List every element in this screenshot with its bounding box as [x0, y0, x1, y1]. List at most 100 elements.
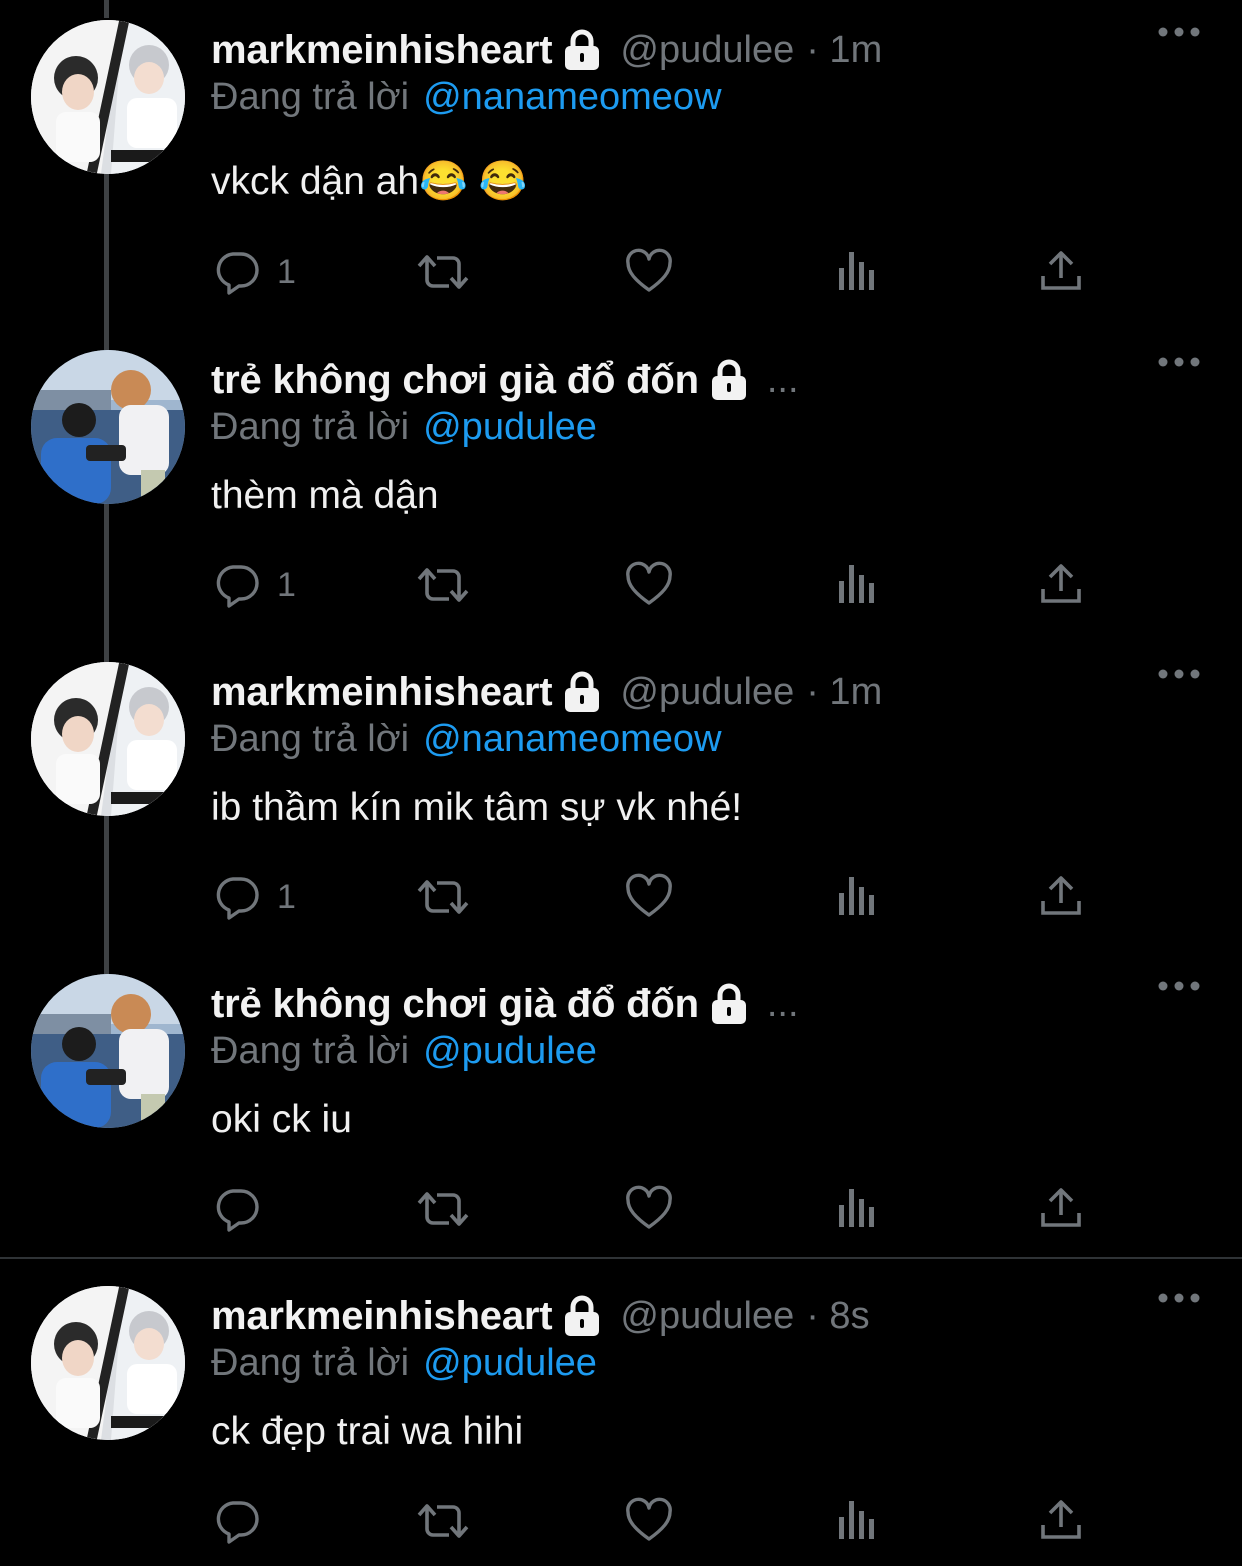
lock-icon	[562, 671, 602, 713]
like-button[interactable]	[625, 242, 673, 302]
reply-context: Đang trả lời @pudulee	[211, 1338, 597, 1388]
timestamp: · 1m	[806, 28, 883, 71]
reply-icon	[213, 873, 261, 921]
tweet[interactable]: markmeinhisheart @pudulee · 8s Đang trả …	[0, 1266, 1242, 1566]
like-button[interactable]	[625, 867, 673, 927]
tweet[interactable]: trẻ không chơi già đổ đốn ... Đang trả l…	[0, 330, 1242, 642]
more-options-icon[interactable]	[1157, 354, 1201, 370]
share-icon	[1037, 561, 1085, 609]
views-icon	[833, 873, 881, 921]
retweet-icon	[415, 248, 471, 296]
reply-to-link[interactable]: @nanameomeow	[423, 718, 721, 761]
reply-icon	[213, 1185, 261, 1233]
retweet-button[interactable]	[415, 867, 471, 927]
reply-to-link[interactable]: @nanameomeow	[423, 76, 721, 119]
reply-prefix: Đang trả lời	[211, 405, 410, 448]
action-bar	[211, 1179, 1111, 1239]
views-button[interactable]	[833, 242, 881, 302]
like-icon	[625, 248, 673, 296]
tweet[interactable]: markmeinhisheart @pudulee · 1m Đang trả …	[0, 642, 1242, 954]
views-button[interactable]	[833, 867, 881, 927]
views-icon	[833, 1185, 881, 1233]
reply-count: 1	[277, 252, 296, 291]
reply-button[interactable]	[213, 1491, 277, 1551]
action-bar: 1	[211, 867, 1111, 927]
avatar[interactable]	[31, 350, 185, 504]
truncation-ellipsis: ...	[766, 358, 799, 401]
tweet-text: ck đẹp trai wa hihi	[211, 1410, 524, 1453]
tweet-header: trẻ không chơi già đổ đốn ...	[211, 352, 799, 408]
like-icon	[625, 1185, 673, 1233]
tweet-text: vkck dận ah😂 😂	[211, 160, 528, 203]
tweet-text: oki ck iu	[211, 1098, 352, 1141]
retweet-icon	[415, 1497, 471, 1545]
reply-button[interactable]: 1	[213, 867, 296, 927]
share-icon	[1037, 1185, 1085, 1233]
lock-icon	[562, 1295, 602, 1337]
like-button[interactable]	[625, 1491, 673, 1551]
views-button[interactable]	[833, 1491, 881, 1551]
retweet-button[interactable]	[415, 242, 471, 302]
tweet-header: markmeinhisheart @pudulee · 8s	[211, 1288, 870, 1344]
tweet-header: markmeinhisheart @pudulee · 1m	[211, 664, 882, 720]
retweet-icon	[415, 873, 471, 921]
reply-button[interactable]: 1	[213, 555, 296, 615]
reply-count: 1	[277, 565, 296, 604]
like-icon	[625, 561, 673, 609]
avatar[interactable]	[31, 20, 185, 174]
more-options-icon[interactable]	[1157, 666, 1201, 682]
tweet-header: trẻ không chơi già đổ đốn ...	[211, 976, 799, 1032]
share-button[interactable]	[1037, 867, 1085, 927]
display-name[interactable]: markmeinhisheart	[211, 28, 553, 73]
reply-context: Đang trả lời @pudulee	[211, 1026, 597, 1076]
retweet-button[interactable]	[415, 1179, 471, 1239]
reply-context: Đang trả lời @nanameomeow	[211, 714, 722, 764]
views-button[interactable]	[833, 1179, 881, 1239]
reply-prefix: Đang trả lời	[211, 1029, 410, 1072]
reply-button[interactable]	[213, 1179, 277, 1239]
display-name[interactable]: markmeinhisheart	[211, 1294, 553, 1339]
share-button[interactable]	[1037, 1179, 1085, 1239]
retweet-button[interactable]	[415, 1491, 471, 1551]
reply-prefix: Đang trả lời	[211, 717, 410, 760]
like-icon	[625, 873, 673, 921]
like-button[interactable]	[625, 555, 673, 615]
reply-to-link[interactable]: @pudulee	[423, 1342, 597, 1385]
views-button[interactable]	[833, 555, 881, 615]
lock-icon	[709, 359, 749, 401]
like-button[interactable]	[625, 1179, 673, 1239]
handle[interactable]: @pudulee	[620, 671, 794, 714]
share-button[interactable]	[1037, 242, 1085, 302]
tweet-text: thèm mà dận	[211, 474, 439, 517]
more-options-icon[interactable]	[1157, 978, 1201, 994]
tweet[interactable]: markmeinhisheart @pudulee · 1m Đang trả …	[0, 0, 1242, 330]
display-name[interactable]: trẻ không chơi già đổ đốn	[211, 982, 699, 1027]
reply-to-link[interactable]: @pudulee	[423, 1030, 597, 1073]
reply-to-link[interactable]: @pudulee	[423, 406, 597, 449]
avatar[interactable]	[31, 1286, 185, 1440]
avatar[interactable]	[31, 974, 185, 1128]
reply-context: Đang trả lời @pudulee	[211, 402, 597, 452]
share-icon	[1037, 248, 1085, 296]
share-button[interactable]	[1037, 555, 1085, 615]
timestamp: · 8s	[806, 1294, 870, 1337]
handle[interactable]: @pudulee	[620, 29, 794, 72]
retweet-button[interactable]	[415, 555, 471, 615]
reply-prefix: Đang trả lời	[211, 75, 410, 118]
more-options-icon[interactable]	[1157, 1290, 1201, 1306]
timestamp: · 1m	[806, 670, 883, 713]
avatar[interactable]	[31, 662, 185, 816]
display-name[interactable]: markmeinhisheart	[211, 670, 553, 715]
share-button[interactable]	[1037, 1491, 1085, 1551]
views-icon	[833, 1497, 881, 1545]
retweet-icon	[415, 1185, 471, 1233]
retweet-icon	[415, 561, 471, 609]
reply-button[interactable]: 1	[213, 242, 296, 302]
tweet[interactable]: trẻ không chơi già đổ đốn ... Đang trả l…	[0, 954, 1242, 1256]
more-options-icon[interactable]	[1157, 24, 1201, 40]
like-icon	[625, 1497, 673, 1545]
display-name[interactable]: trẻ không chơi già đổ đốn	[211, 358, 699, 403]
lock-icon	[709, 983, 749, 1025]
tweet-header: markmeinhisheart @pudulee · 1m	[211, 22, 882, 78]
handle[interactable]: @pudulee	[620, 1295, 794, 1338]
